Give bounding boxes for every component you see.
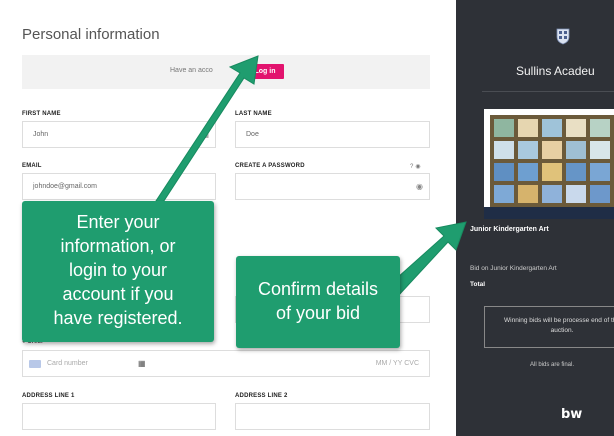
address2-label: ADDRESS LINE 2 bbox=[235, 393, 288, 399]
callout-left-line: Enter your bbox=[76, 212, 160, 232]
page-title: Personal information bbox=[22, 26, 160, 43]
artwork-stand bbox=[484, 207, 614, 219]
email-value: johndoe@gmail.com bbox=[33, 183, 97, 190]
callout-left-line: account if you bbox=[62, 284, 174, 304]
final-note: All bids are final. bbox=[530, 362, 575, 368]
last-name-field[interactable]: Doe bbox=[235, 121, 430, 148]
first-name-field[interactable]: John ▦ bbox=[22, 121, 216, 148]
password-help-icon[interactable]: ? ◉ bbox=[410, 163, 421, 170]
address1-field[interactable] bbox=[22, 403, 216, 430]
order-summary-panel: Sullins Acadeu Junior Kindergarten Art B… bbox=[456, 0, 614, 436]
card-number-placeholder: Card number bbox=[47, 360, 88, 367]
card-number-field[interactable]: Card number ▦ MM / YY CVC bbox=[22, 350, 430, 377]
email-field[interactable]: johndoe@gmail.com bbox=[22, 173, 216, 200]
total-label: Total bbox=[470, 281, 486, 288]
divider bbox=[482, 91, 614, 92]
id-card-icon: ▦ bbox=[201, 130, 209, 139]
callout-left-line: information, or bbox=[60, 236, 176, 256]
card-scan-icon: ▦ bbox=[138, 359, 146, 368]
callout-confirm-details: Confirm details of your bid bbox=[236, 256, 400, 348]
address1-label: ADDRESS LINE 1 bbox=[22, 393, 75, 399]
password-field[interactable]: ◉ bbox=[235, 173, 430, 200]
credit-card-icon bbox=[29, 360, 41, 368]
card-expiry-placeholder: MM / YY CVC bbox=[375, 360, 419, 367]
callout-right-line: Confirm details bbox=[257, 279, 379, 299]
artwork-image[interactable] bbox=[484, 109, 614, 219]
callout-left-line: have registered. bbox=[53, 308, 183, 328]
password-label: CREATE A PASSWORD bbox=[235, 163, 305, 169]
item-title: Junior Kindergarten Art bbox=[470, 226, 549, 233]
email-label: EMAIL bbox=[22, 163, 42, 169]
login-button[interactable]: Log in bbox=[246, 64, 284, 79]
callout-right-line: of your bid bbox=[275, 303, 361, 323]
school-name: Sullins Acadeu bbox=[516, 64, 595, 78]
callout-left-line: login to your bbox=[68, 260, 168, 280]
winning-notice-box: Winning bids will be processe end of the… bbox=[484, 306, 614, 348]
bw-logo: bw bbox=[561, 407, 583, 422]
login-banner: Have an acco bbox=[22, 55, 430, 89]
fingerprint-icon[interactable]: ◉ bbox=[416, 182, 423, 191]
school-crest-icon bbox=[556, 28, 570, 45]
last-name-label: LAST NAME bbox=[235, 111, 272, 117]
last-name-value: Doe bbox=[246, 131, 259, 138]
artwork-board bbox=[490, 115, 614, 207]
callout-enter-information: Enter your information, or login to your… bbox=[22, 201, 214, 342]
winning-notice: Winning bids will be processe end of the… bbox=[504, 317, 614, 334]
address2-field[interactable] bbox=[235, 403, 430, 430]
first-name-value: John bbox=[33, 131, 49, 138]
first-name-label: FIRST NAME bbox=[22, 111, 61, 117]
login-prompt: Have an acco bbox=[170, 67, 213, 74]
bid-line: Bid on Junior Kindergarten Art bbox=[470, 265, 557, 272]
